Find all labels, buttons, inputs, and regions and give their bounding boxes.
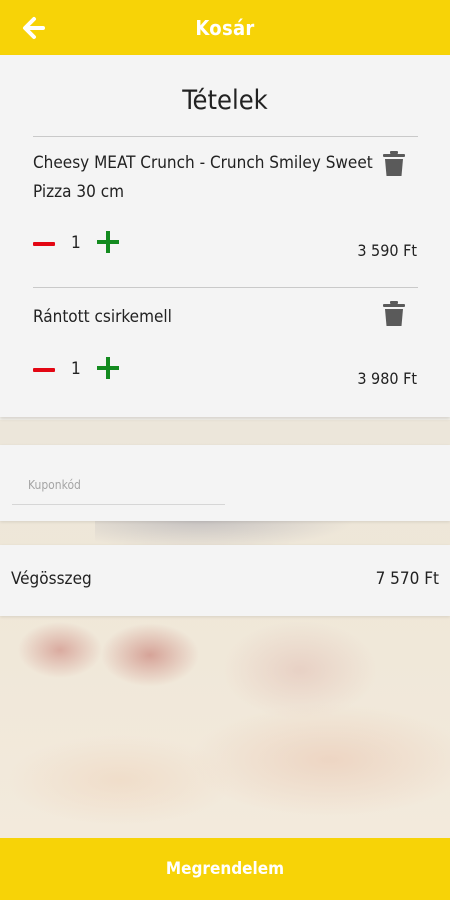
delete-item-button[interactable] xyxy=(382,151,406,177)
total-card: Végösszeg 7 570 Ft xyxy=(0,545,450,616)
quantity-stepper: 1 xyxy=(33,229,133,259)
trash-icon xyxy=(383,301,405,326)
divider xyxy=(33,136,418,137)
cart-item-name: Rántott csirkemell xyxy=(33,307,172,327)
total-value: 7 570 Ft xyxy=(375,569,439,589)
page-title: Kosár xyxy=(195,15,255,40)
minus-icon xyxy=(33,368,55,372)
coupon-code-input[interactable] xyxy=(12,465,225,505)
cart-items-card: Tételek Cheesy MEAT Crunch - Crunch Smil… xyxy=(0,55,450,417)
back-button[interactable] xyxy=(20,14,48,42)
place-order-button[interactable]: Megrendelem xyxy=(0,838,450,900)
arrow-left-icon xyxy=(23,17,45,39)
decrease-quantity-button[interactable] xyxy=(29,229,59,259)
trash-icon xyxy=(383,151,405,176)
quantity-stepper: 1 xyxy=(33,355,133,385)
coupon-card xyxy=(0,445,450,521)
delete-item-button[interactable] xyxy=(382,301,406,327)
cart-item-price: 3 980 Ft xyxy=(357,369,417,388)
minus-icon xyxy=(33,242,55,246)
increase-quantity-button[interactable] xyxy=(97,357,119,379)
cart-item-price: 3 590 Ft xyxy=(357,241,417,260)
divider xyxy=(33,287,418,288)
total-label: Végösszeg xyxy=(11,569,92,589)
quantity-value: 1 xyxy=(71,233,81,253)
decrease-quantity-button[interactable] xyxy=(29,355,59,385)
quantity-value: 1 xyxy=(71,359,81,379)
increase-quantity-button[interactable] xyxy=(97,231,119,253)
app-header: Kosár xyxy=(0,0,450,55)
cart-item-name: Cheesy MEAT Crunch - Crunch Smiley Sweet… xyxy=(33,153,373,202)
items-section-title: Tételek xyxy=(182,85,268,116)
